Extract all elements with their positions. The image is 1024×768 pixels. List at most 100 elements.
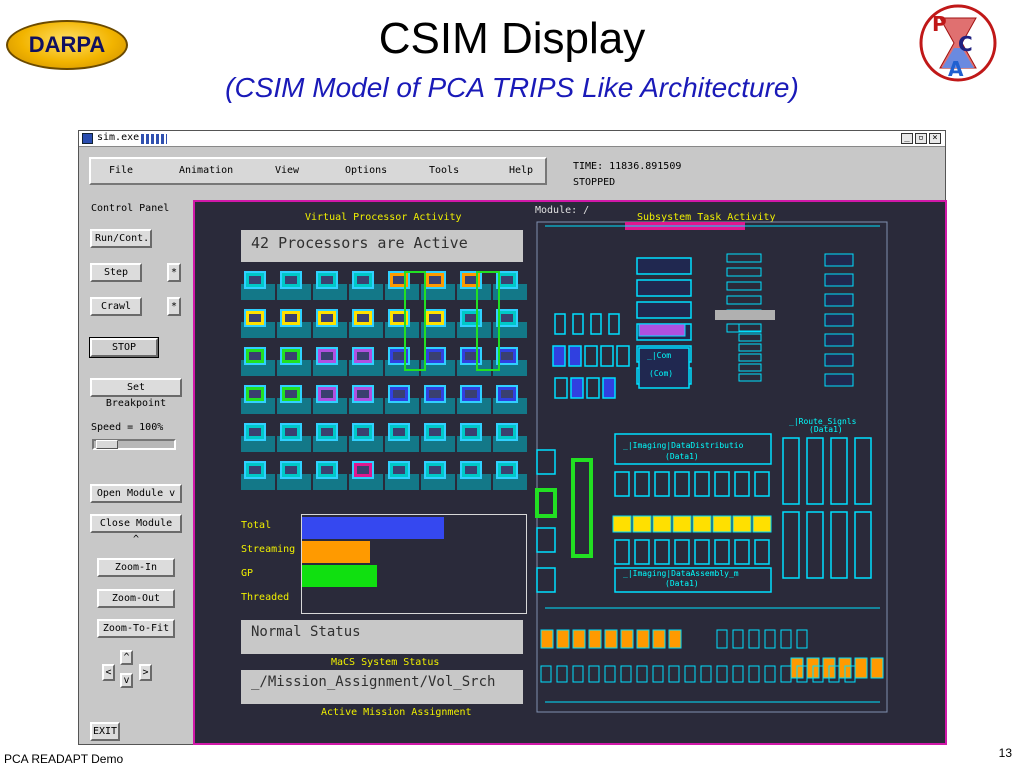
- pca-logo: P C A: [919, 4, 997, 82]
- window-title: sim.exe: [97, 132, 140, 143]
- pca-logo-letter-a: A: [948, 57, 964, 81]
- get-module: [824, 253, 854, 267]
- processor-core: [357, 466, 369, 474]
- processor-core: [393, 314, 405, 322]
- activity-bar-total: [302, 517, 444, 539]
- imaging-unit: [714, 539, 730, 565]
- imaging-unit-active: [612, 515, 632, 533]
- pan-up-button[interactable]: ^: [120, 650, 133, 665]
- processor-core: [393, 466, 405, 474]
- stream-unit-active: [540, 629, 554, 649]
- imaging-unit-active: [712, 515, 732, 533]
- footer-text: PCA READAPT Demo: [4, 752, 124, 766]
- io-port: [570, 377, 584, 399]
- stream-unit-active: [588, 629, 602, 649]
- get-module: [824, 333, 854, 347]
- pan-right-button[interactable]: >: [139, 664, 152, 681]
- processor-core: [249, 466, 261, 474]
- activity-label-threaded: Threaded: [241, 592, 290, 603]
- left-port: [536, 527, 556, 553]
- processor-core: [465, 466, 477, 474]
- stream-unit-active: [556, 629, 570, 649]
- stream-unit: [764, 629, 776, 649]
- stream-unit: [620, 665, 632, 683]
- processor-core: [501, 352, 513, 360]
- task-slot: [738, 333, 762, 342]
- io-port: [608, 313, 620, 335]
- stream-unit: [572, 665, 584, 683]
- stream-unit: [748, 629, 760, 649]
- processor-core: [501, 390, 513, 398]
- stream-unit: [748, 665, 760, 683]
- menu-file[interactable]: File: [109, 165, 133, 176]
- active-processors-display: 42 Processors are Active: [241, 230, 523, 262]
- left-port-active: [535, 488, 557, 518]
- stream-unit: [668, 665, 680, 683]
- visualization-canvas[interactable]: Virtual Processor Activity Module: / Sub…: [193, 200, 947, 745]
- page-number: 13: [998, 746, 1012, 760]
- pan-down-button[interactable]: v: [120, 673, 133, 688]
- module-path-label: Module: /: [535, 205, 590, 216]
- window-titlebar[interactable]: sim.exe _ ▫ ×: [79, 131, 945, 147]
- stream-unit-active: [636, 629, 650, 649]
- step-button[interactable]: Step: [90, 263, 142, 282]
- imaging-unit: [674, 471, 690, 497]
- imaging-unit: [734, 539, 750, 565]
- stream-unit: [780, 629, 792, 649]
- run-continue-button[interactable]: Run/Cont.: [90, 229, 152, 248]
- stream-unit: [716, 629, 728, 649]
- zoom-out-button[interactable]: Zoom-Out: [97, 589, 175, 608]
- processor-core: [465, 276, 477, 284]
- sim-window: sim.exe _ ▫ × File Animation View Option…: [78, 130, 947, 745]
- imaging-unit-active: [692, 515, 712, 533]
- route-channel: [806, 437, 824, 505]
- menu-help[interactable]: Help: [509, 165, 533, 176]
- processor-core: [285, 466, 297, 474]
- imaging-unit: [754, 471, 770, 497]
- com-label: _|Com: [647, 351, 671, 360]
- activity-graph: [301, 514, 527, 614]
- minimize-button[interactable]: _: [901, 133, 913, 144]
- darpa-logo-text: DARPA: [28, 32, 106, 57]
- imaging-unit: [694, 539, 710, 565]
- speed-slider-thumb[interactable]: [96, 440, 118, 449]
- stream-unit: [764, 665, 776, 683]
- open-module-button[interactable]: Open Module v: [90, 484, 182, 503]
- io-port: [602, 377, 616, 399]
- pan-left-button[interactable]: <: [102, 664, 115, 681]
- speed-slider[interactable]: [92, 439, 176, 450]
- close-module-button[interactable]: Close Module ^: [90, 514, 182, 545]
- close-window-button[interactable]: ×: [929, 133, 941, 144]
- zoom-in-button[interactable]: Zoom-In: [97, 558, 175, 577]
- stream-unit: [700, 665, 712, 683]
- imaging-unit: [654, 471, 670, 497]
- maximize-button[interactable]: ▫: [915, 133, 927, 144]
- menu-view[interactable]: View: [275, 165, 299, 176]
- processor-core: [393, 352, 405, 360]
- crawl-toggle-button[interactable]: *: [167, 297, 181, 316]
- menu-tools[interactable]: Tools: [429, 165, 459, 176]
- zoom-to-fit-button[interactable]: Zoom-To-Fit: [97, 619, 175, 638]
- processor-core: [249, 428, 261, 436]
- crawl-button[interactable]: Crawl: [90, 297, 142, 316]
- stop-button[interactable]: STOP: [89, 337, 159, 358]
- processor-core: [393, 428, 405, 436]
- exit-button[interactable]: EXIT: [90, 722, 120, 741]
- stream-unit-active: [652, 629, 666, 649]
- processor-core: [429, 352, 441, 360]
- stream-unit: [684, 665, 696, 683]
- set-breakpoint-button[interactable]: Set Breakpoint: [90, 378, 182, 409]
- stream-unit-active: [604, 629, 618, 649]
- processor-core: [501, 314, 513, 322]
- slide-title: CSIM Display: [378, 14, 646, 63]
- com-module: [636, 279, 692, 297]
- step-toggle-button[interactable]: *: [167, 263, 181, 282]
- task-queue: [726, 253, 762, 263]
- task-slot: [738, 363, 762, 372]
- route-channel: [806, 511, 824, 579]
- imaging-unit: [694, 471, 710, 497]
- menu-animation[interactable]: Animation: [179, 165, 233, 176]
- menu-options[interactable]: Options: [345, 165, 387, 176]
- pca-logo-letter-p: P: [932, 12, 947, 36]
- processor-core: [465, 314, 477, 322]
